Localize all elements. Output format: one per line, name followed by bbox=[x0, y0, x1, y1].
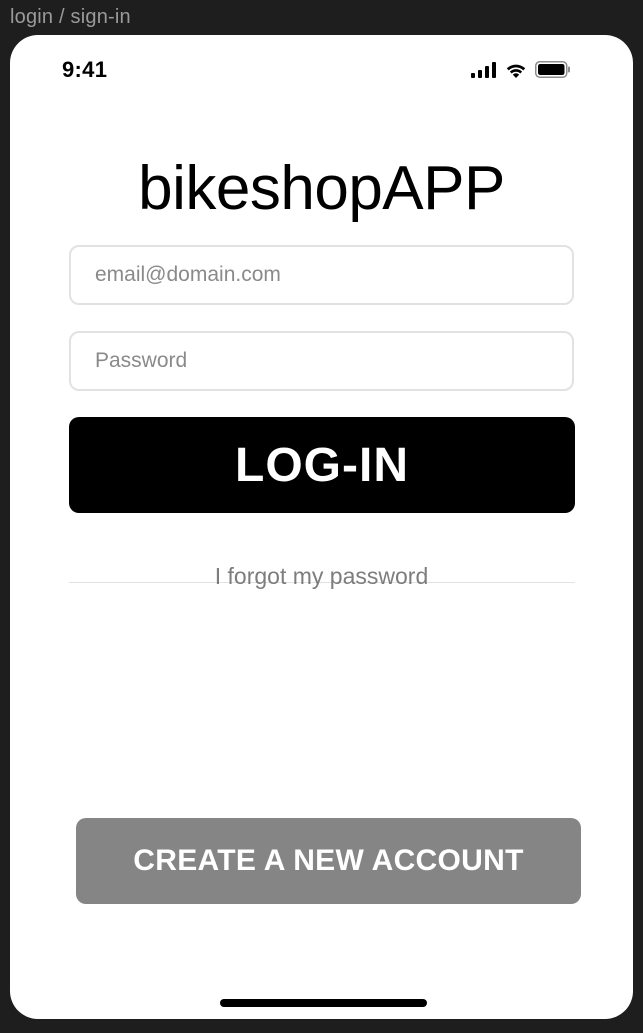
battery-icon bbox=[535, 61, 571, 83]
status-time: 9:41 bbox=[62, 57, 108, 82]
status-icons bbox=[471, 61, 571, 83]
forgot-password-link[interactable]: I forgot my password bbox=[10, 563, 633, 590]
email-field[interactable] bbox=[69, 245, 574, 305]
login-button[interactable]: LOG-IN bbox=[69, 417, 575, 513]
wifi-icon bbox=[505, 62, 527, 83]
password-field[interactable] bbox=[69, 331, 574, 391]
app-title: bikeshopAPP bbox=[138, 154, 505, 223]
cellular-signal-icon bbox=[471, 61, 497, 83]
frame-label: login / sign-in bbox=[10, 6, 131, 28]
create-account-button[interactable]: CREATE A NEW ACCOUNT bbox=[76, 818, 581, 904]
home-indicator bbox=[220, 999, 427, 1007]
phone-screen: 9:41 bikeshopAPP email@domain.com LOG-IN… bbox=[10, 35, 633, 1019]
